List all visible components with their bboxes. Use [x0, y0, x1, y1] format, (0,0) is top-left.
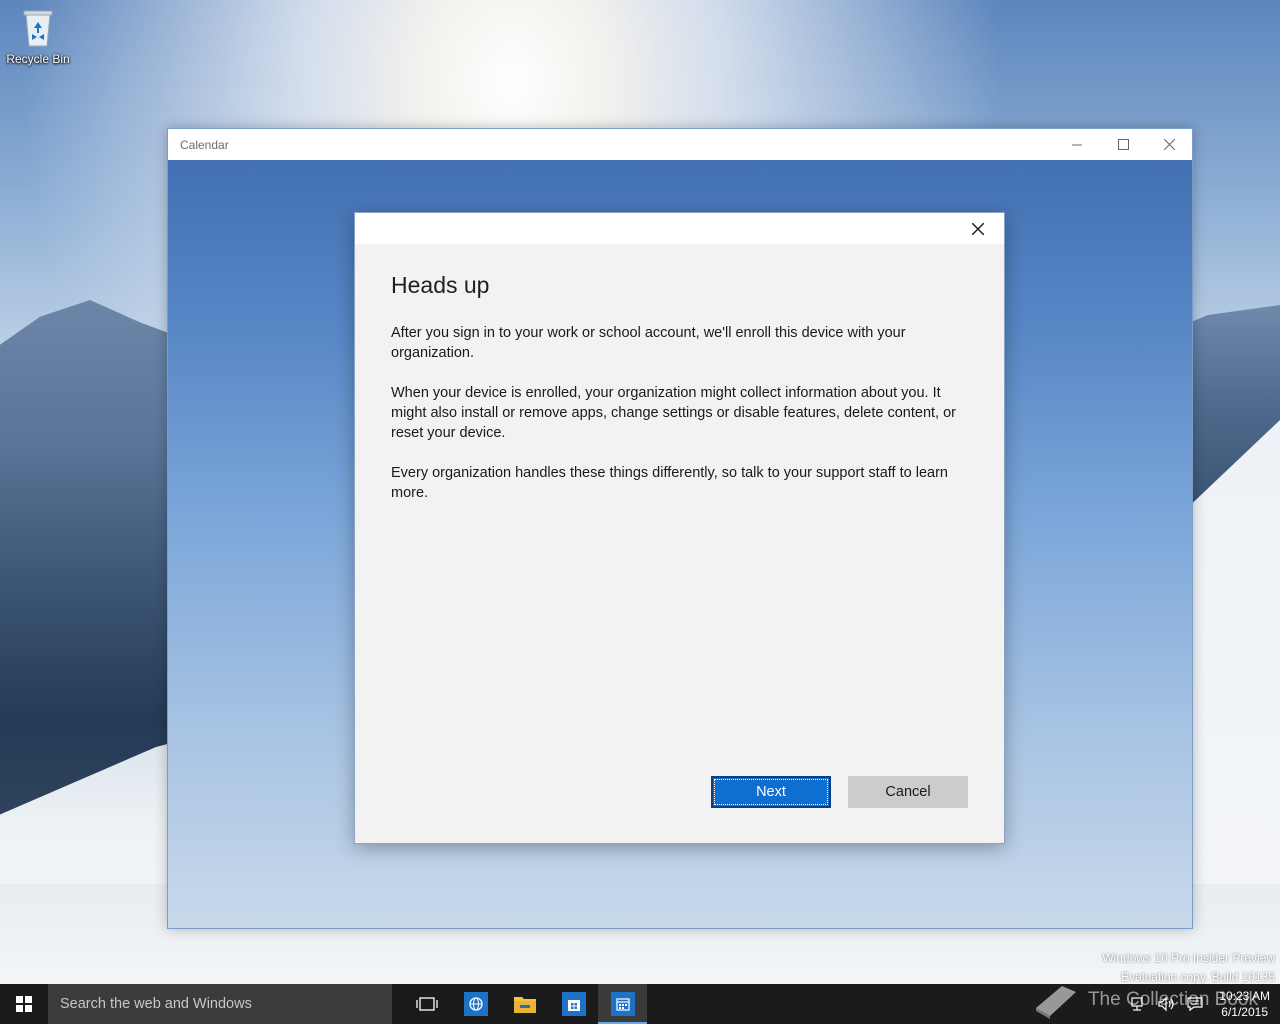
taskbar-calendar[interactable] — [598, 984, 647, 1024]
watermark-edition: Windows 10 Pro Insider Preview — [1102, 951, 1275, 965]
maximize-icon — [1117, 139, 1129, 150]
windows-logo-icon — [16, 996, 32, 1012]
close-button[interactable] — [1146, 129, 1192, 160]
taskbar-clock[interactable]: 10:23 AM 6/1/2015 — [1219, 988, 1270, 1020]
taskbar: Search the web and Windows The Collectio… — [0, 984, 1280, 1024]
clock-time: 10:23 AM — [1219, 989, 1270, 1003]
dialog-paragraph: Every organization handles these things … — [391, 465, 948, 501]
dialog-header — [355, 213, 1004, 244]
network-tray-button[interactable] — [1129, 994, 1149, 1014]
dialog-body: Heads up After you sign in to your work … — [355, 244, 1004, 503]
minimize-icon — [1072, 144, 1082, 145]
volume-tray-button[interactable] — [1157, 994, 1177, 1014]
store-icon — [561, 992, 586, 1016]
clock-date: 6/1/2015 — [1221, 1005, 1268, 1019]
window-controls — [1054, 129, 1192, 160]
start-button[interactable] — [0, 984, 48, 1024]
volume-icon — [1158, 996, 1174, 1012]
cancel-button[interactable]: Cancel — [848, 776, 968, 808]
taskbar-browser[interactable] — [451, 984, 500, 1024]
dialog-paragraph: When your device is enrolled, your organ… — [391, 385, 957, 441]
close-icon — [1163, 139, 1175, 150]
heads-up-dialog: Heads up After you sign in to your work … — [354, 212, 1005, 844]
dialog-title: Heads up — [391, 272, 490, 298]
action-center-button[interactable] — [1185, 994, 1205, 1014]
window-title: Calendar — [180, 137, 229, 152]
book-icon — [1035, 986, 1076, 1019]
system-tray: 10:23 AM 6/1/2015 — [1129, 984, 1270, 1024]
desktop-icon-recycle-bin[interactable]: Recycle Bin — [4, 8, 72, 66]
network-icon — [1131, 997, 1143, 1011]
search-placeholder: Search the web and Windows — [60, 996, 252, 1012]
task-view-icon — [415, 997, 438, 1011]
taskbar-file-explorer[interactable] — [500, 984, 549, 1024]
dialog-close-button[interactable] — [962, 219, 994, 239]
action-center-icon — [1187, 997, 1203, 1012]
minimize-button[interactable] — [1054, 129, 1100, 160]
taskbar-store[interactable] — [549, 984, 598, 1024]
taskbar-pinned-apps — [402, 984, 647, 1024]
recycle-bin-label: Recycle Bin — [6, 52, 70, 66]
taskbar-task-view[interactable] — [402, 984, 451, 1024]
browser-icon — [463, 992, 488, 1016]
taskbar-search-box[interactable]: Search the web and Windows — [48, 984, 392, 1024]
calendar-icon — [610, 992, 635, 1016]
dialog-paragraph: After you sign in to your work or school… — [391, 325, 906, 361]
recycle-bin-icon — [21, 8, 55, 48]
maximize-button[interactable] — [1100, 129, 1146, 160]
folder-icon — [513, 997, 536, 1013]
dialog-button-row: Next Cancel — [711, 776, 968, 808]
next-button[interactable]: Next — [711, 776, 831, 808]
window-titlebar[interactable]: Calendar — [168, 129, 1192, 160]
close-icon — [972, 223, 984, 235]
